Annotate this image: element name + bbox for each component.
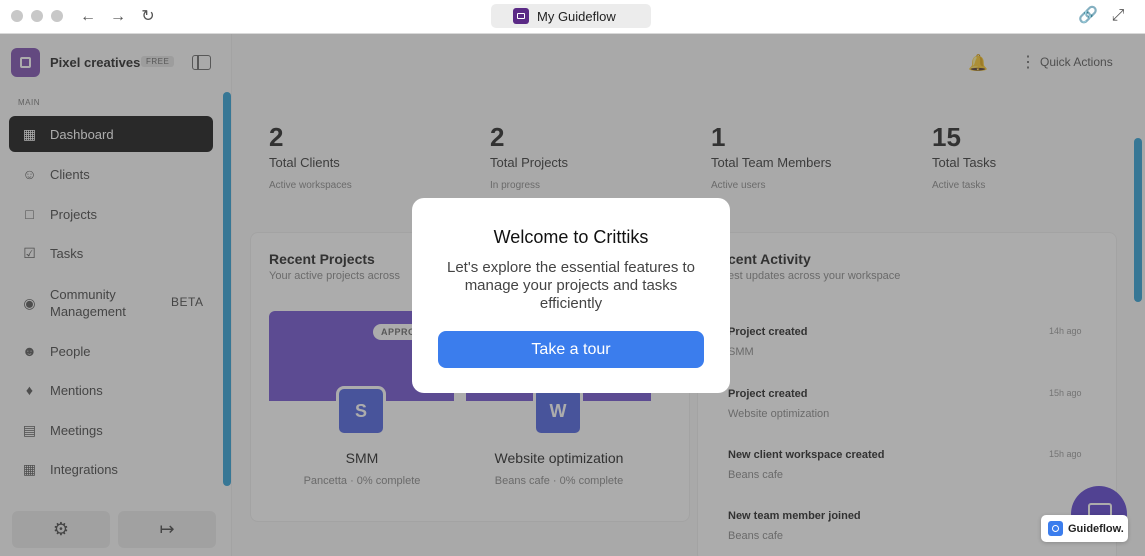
guideflow-logo-icon [1048,521,1063,536]
modal-description: Let's explore the essential features to … [446,259,695,312]
take-tour-button[interactable]: Take a tour [438,331,704,368]
window-maximize-button[interactable] [51,10,63,22]
expand-icon[interactable]: ⤢ [1108,6,1128,26]
back-arrow-icon[interactable]: ← [78,7,98,27]
guideflow-badge-label: Guideflow. [1068,522,1124,535]
window-minimize-button[interactable] [31,10,43,22]
guideflow-badge[interactable]: Guideflow. [1041,515,1128,542]
forward-arrow-icon[interactable]: → [108,7,128,27]
window-close-button[interactable] [11,10,23,22]
reload-icon[interactable]: ↻ [138,7,158,27]
link-icon[interactable]: 🔗 [1078,6,1098,26]
app-viewport: Pixel creatives FREE MAIN ▦ Dashboard ☺ … [0,34,1145,556]
tab-title: My Guideflow [537,8,616,24]
browser-tab[interactable]: My Guideflow [491,4,651,28]
modal-title: Welcome to Crittiks [493,227,649,247]
browser-chrome: ← → ↻ My Guideflow 🔗 ⤢ [0,0,1145,34]
guideflow-logo-icon [513,8,529,24]
welcome-modal: Welcome to Crittiks Let's explore the es… [412,198,730,393]
